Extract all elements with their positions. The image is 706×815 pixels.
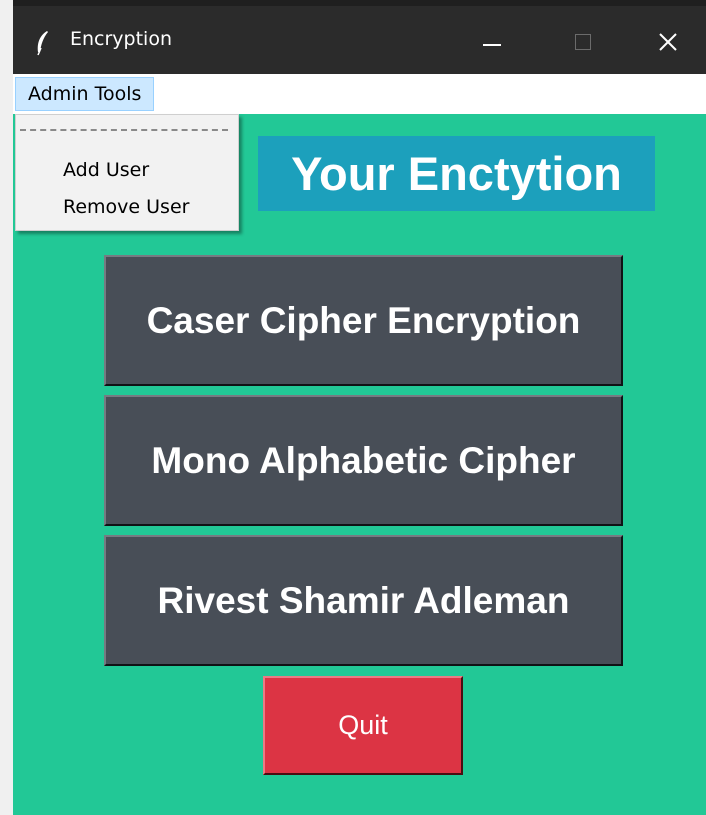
menu-bar: Admin Tools [13,74,706,114]
menu-item-remove-user[interactable]: Remove User [63,196,189,218]
close-button[interactable] [638,12,698,72]
minimize-button[interactable] [461,12,521,72]
maximize-button[interactable] [553,12,613,72]
tearoff-separator[interactable] [20,129,228,131]
caesar-cipher-button[interactable]: Caser Cipher Encryption [104,255,623,386]
close-icon [659,33,677,51]
mono-alphabetic-cipher-button[interactable]: Mono Alphabetic Cipher [104,395,623,526]
title-bar[interactable]: Encryption [13,0,706,74]
page-title: Your Enctytion [258,136,655,211]
rsa-button[interactable]: Rivest Shamir Adleman [104,535,623,666]
feather-icon [37,31,48,56]
menu-item-add-user[interactable]: Add User [63,159,149,181]
window-title: Encryption [70,28,173,50]
minimize-icon [483,44,501,46]
menu-admin-tools[interactable]: Admin Tools [15,77,155,111]
quit-button[interactable]: Quit [263,676,463,775]
app-window: Encryption Admin Tools Your Enctytion Ca… [13,0,706,815]
admin-tools-dropdown: Add User Remove User [15,114,239,231]
maximize-icon [575,34,591,50]
